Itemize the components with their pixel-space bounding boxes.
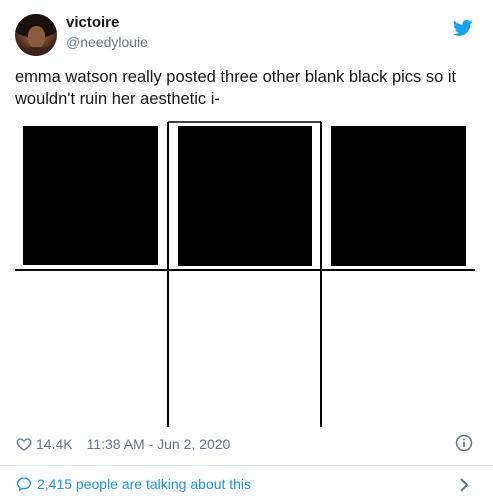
display-name[interactable]: victoire: [66, 14, 119, 31]
like-count[interactable]: 14.4K: [36, 436, 73, 452]
info-icon[interactable]: [455, 434, 473, 452]
speech-bubble-icon: [16, 477, 32, 492]
talking-count-text: 2,415 people are talking about this: [37, 476, 252, 492]
tweet-text: emma watson really posted three other bl…: [15, 68, 457, 108]
black-square-left: [23, 126, 158, 265]
black-square-right: [331, 126, 466, 266]
tweet-timestamp[interactable]: 11:38 AM - Jun 2, 2020: [87, 436, 231, 452]
avatar[interactable]: [15, 14, 57, 56]
tweet-meta: 14.4K 11:38 AM - Jun 2, 2020: [16, 434, 230, 454]
divider: [0, 465, 493, 466]
avatar-face: [28, 26, 45, 48]
twitter-bird-icon[interactable]: [453, 19, 473, 37]
tweet-card: victoire @needylouie emma watson really …: [0, 0, 493, 501]
conversation-link[interactable]: 2,415 people are talking about this: [16, 476, 251, 492]
black-square-middle: [178, 126, 312, 266]
tweet-image[interactable]: [15, 115, 475, 427]
avatar-shoulder: [19, 47, 53, 56]
heart-icon[interactable]: [16, 436, 32, 452]
user-handle[interactable]: @needylouie: [66, 34, 148, 50]
chevron-right-icon[interactable]: [458, 477, 470, 493]
